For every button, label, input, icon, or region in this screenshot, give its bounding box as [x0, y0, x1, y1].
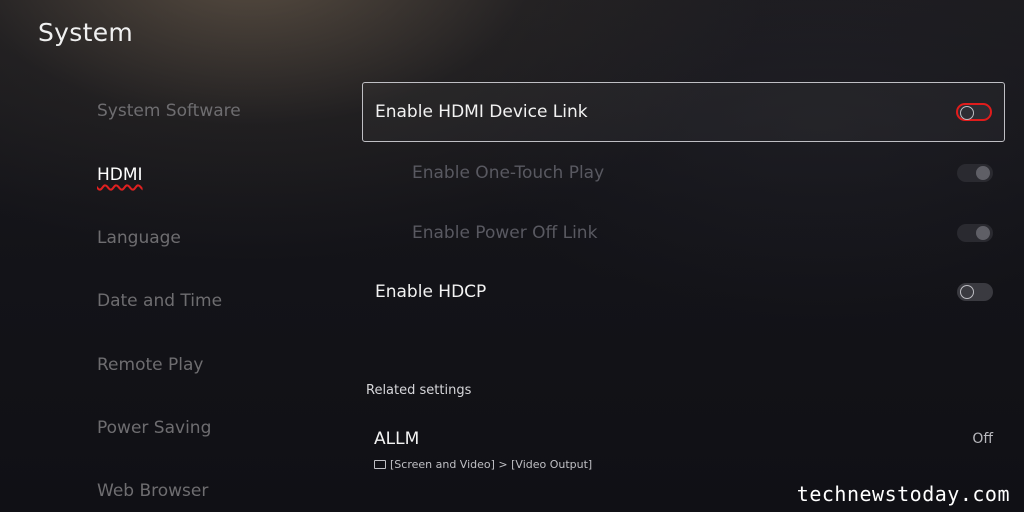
allm-path: [Screen and Video] > [Video Output] — [374, 458, 592, 471]
allm-path-text: [Screen and Video] > [Video Output] — [390, 458, 593, 471]
toggle-knob — [976, 226, 990, 240]
hdcp-toggle[interactable] — [957, 283, 993, 301]
allm-value: Off — [972, 431, 993, 447]
toggle-knob — [976, 166, 990, 180]
power-off-link-toggle — [957, 224, 993, 242]
setting-hdcp[interactable]: Enable HDCP — [362, 262, 1005, 322]
sidebar-item-date-and-time[interactable]: Date and Time — [97, 291, 222, 311]
setting-label: Enable HDCP — [375, 282, 487, 302]
sidebar-item-remote-play[interactable]: Remote Play — [97, 355, 203, 375]
toggle-knob — [960, 106, 974, 120]
sidebar-item-system-software[interactable]: System Software — [97, 101, 241, 121]
settings-panel: Enable HDMI Device Link Enable One-Touch… — [362, 0, 1007, 512]
page-title: System — [38, 18, 134, 47]
sidebar-item-hdmi[interactable]: HDMI — [97, 165, 143, 185]
one-touch-play-toggle — [957, 164, 993, 182]
sidebar-item-web-browser[interactable]: Web Browser — [97, 481, 208, 501]
setting-power-off-link: Enable Power Off Link — [362, 203, 1005, 263]
setting-hdmi-device-link[interactable]: Enable HDMI Device Link — [362, 82, 1005, 142]
setting-label: Enable HDMI Device Link — [375, 102, 588, 122]
allm-label: ALLM — [374, 429, 420, 449]
hdmi-device-link-toggle[interactable] — [956, 103, 992, 121]
toggle-knob — [960, 285, 974, 299]
setting-label: Enable Power Off Link — [412, 223, 598, 243]
setting-label: Enable One-Touch Play — [412, 163, 605, 183]
setting-one-touch-play: Enable One-Touch Play — [362, 143, 1005, 203]
sidebar-item-power-saving[interactable]: Power Saving — [97, 418, 211, 438]
screen-icon — [374, 459, 386, 469]
watermark: technewstoday.com — [796, 482, 1010, 506]
related-settings-heading: Related settings — [366, 383, 472, 398]
sidebar-item-language[interactable]: Language — [97, 228, 181, 248]
